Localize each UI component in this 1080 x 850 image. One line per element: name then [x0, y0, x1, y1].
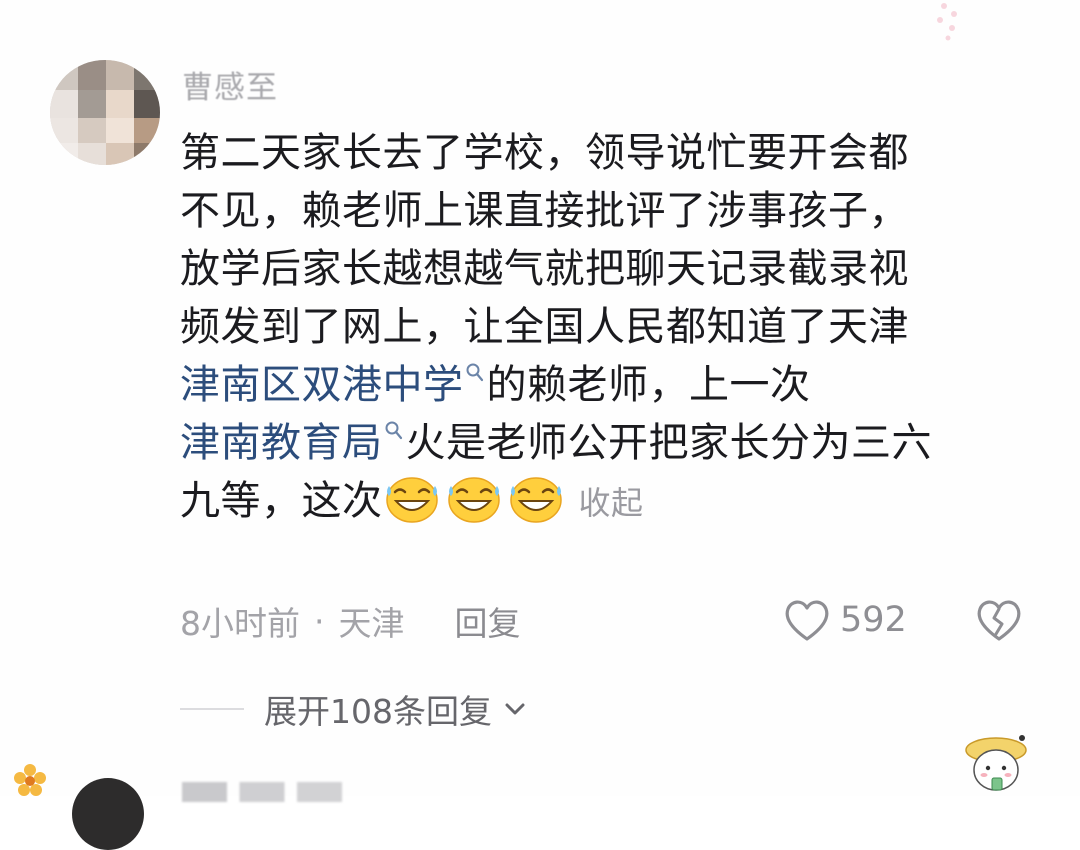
laugh-cry-emoji-icon: [385, 477, 438, 523]
timestamp: 8小时前: [180, 604, 300, 643]
like-button[interactable]: 592: [782, 594, 907, 646]
comment-line-6-text: 火是老师公开把家长分为三六: [405, 420, 932, 466]
search-link-bureau[interactable]: 津南教育局: [180, 420, 383, 466]
pixelated-avatar-image: [50, 60, 160, 165]
username[interactable]: 曹感至: [182, 62, 278, 107]
comment-meta: 8小时前 · 天津 回复: [180, 596, 521, 646]
comment-line-1: 第二天家长去了学校，领导说忙要开会都: [180, 130, 909, 176]
comment-line-3: 放学后家长越想越气就把聊天记录截录视: [180, 246, 909, 292]
next-comment-username: [182, 782, 342, 802]
laugh-cry-emoji-icon: [509, 477, 562, 523]
comment-line-5-text: 的赖老师，上一次: [486, 362, 811, 408]
cartoon-sticker-icon: [965, 735, 1027, 791]
chevron-down-icon: [505, 703, 525, 715]
search-icon: [385, 421, 402, 440]
comment-line-7: 九等，这次 收起: [180, 472, 1050, 530]
meta-separator: ·: [314, 601, 325, 641]
heart-icon: [785, 600, 829, 641]
comment-line-7-text: 九等，这次: [180, 478, 383, 524]
broken-heart-icon[interactable]: [974, 596, 1024, 644]
collapse-button[interactable]: 收起: [579, 484, 644, 522]
expand-replies-label: 展开108条回复: [264, 692, 492, 731]
laugh-cry-emoji-icon: [447, 477, 500, 523]
doodle-decoration-icon: [937, 3, 957, 41]
reply-button[interactable]: 回复: [455, 597, 521, 645]
comment-line-2: 不见，赖老师上课直接批评了涉事孩子，: [180, 188, 909, 234]
location: 天津: [338, 604, 405, 643]
comment-line-6: 津南教育局 火是老师公开把家长分为三六: [180, 414, 1050, 472]
like-count: 592: [840, 600, 907, 640]
comment-page: 曹感至 第二天家长去了学校，领导说忙要开会都 不见，赖老师上课直接批评了涉事孩子…: [0, 0, 1080, 850]
comment-line-5: 津南区双港中学 的赖老师，上一次: [180, 356, 1050, 414]
expand-divider: [180, 708, 244, 710]
next-comment-avatar[interactable]: [72, 778, 144, 850]
search-icon: [466, 363, 483, 382]
flower-sticker-icon: [14, 764, 46, 796]
comment-text: 第二天家长去了学校，领导说忙要开会都 不见，赖老师上课直接批评了涉事孩子， 放学…: [180, 124, 1050, 530]
comment-line-4: 频发到了网上，让全国人民都知道了天津: [180, 304, 909, 350]
search-link-school[interactable]: 津南区双港中学: [180, 362, 464, 408]
expand-replies-button[interactable]: 展开108条回复: [180, 684, 530, 734]
avatar[interactable]: [50, 60, 160, 165]
